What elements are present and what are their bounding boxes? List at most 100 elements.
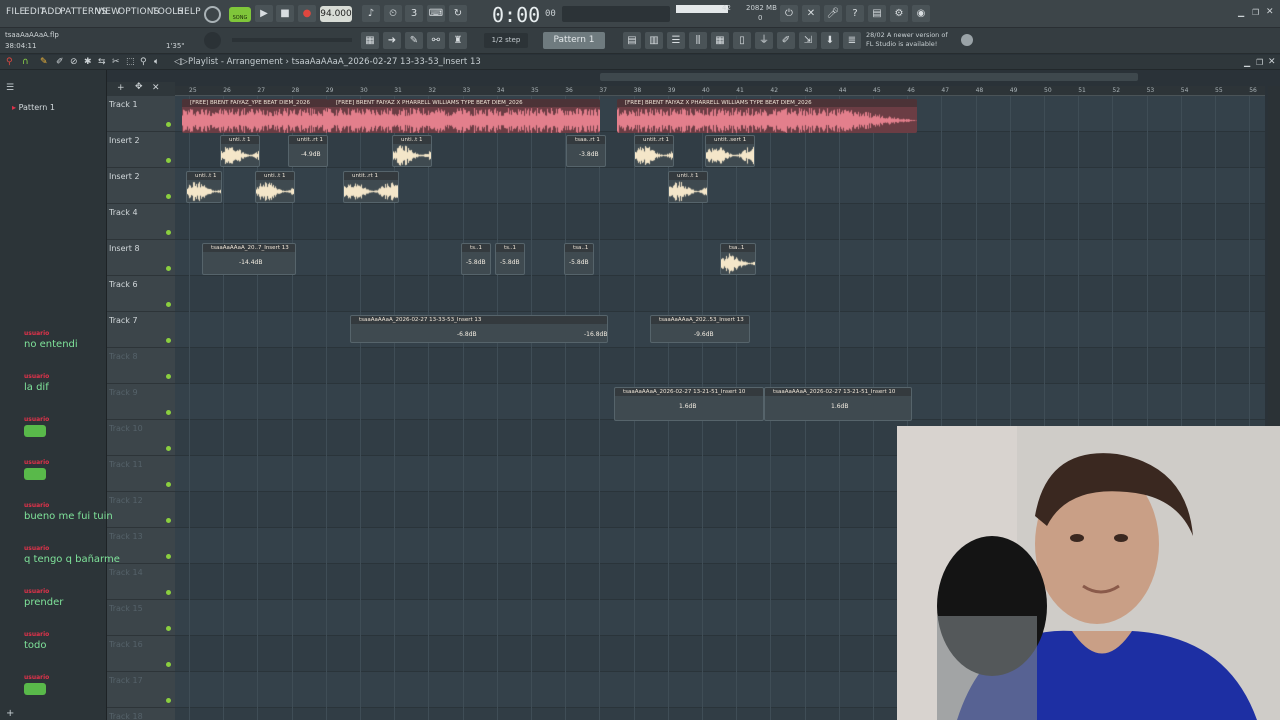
track-enable-led[interactable]	[166, 374, 171, 379]
slice-tool-icon[interactable]: ✂	[112, 57, 120, 67]
help-icon[interactable]: ?	[846, 5, 864, 22]
snap-icon[interactable]: ∩	[22, 57, 29, 67]
audio-clip[interactable]: [FREE] BRENT FAIYAZ X PHARRELL WILLIAMS …	[617, 99, 917, 133]
audio-clip[interactable]: untit..rt 1 -4.9dB	[288, 135, 328, 167]
menu-file[interactable]: FILE	[6, 7, 25, 17]
arrow-right-icon[interactable]: ➜	[383, 32, 401, 49]
restore-icon[interactable]: ❐	[1252, 8, 1259, 17]
audio-clip[interactable]: ts..1 -5.8dB	[461, 243, 491, 275]
audio-clip[interactable]: tsaaAaAAaA_2026-02-27 13-21-51_Insert 10…	[614, 387, 764, 421]
save-icon[interactable]: ▤	[868, 5, 886, 22]
mute-tool-icon[interactable]: ✱	[84, 57, 92, 67]
audio-clip[interactable]: untit..sert 1	[705, 135, 755, 167]
track-lane[interactable]	[175, 204, 1265, 240]
audio-clip[interactable]: tsaaAaAAaA_2026-02-27 13-33-53_Insert 13…	[350, 315, 608, 343]
close-small-icon[interactable]: ✕	[152, 83, 160, 93]
eq-icon[interactable]: ⫼	[689, 32, 707, 49]
audio-clip[interactable]: tsaaAaAAaA_20..7_Insert 13 -14.4dB	[202, 243, 296, 275]
track-enable-led[interactable]	[166, 302, 171, 307]
add-icon[interactable]: +	[117, 83, 125, 93]
audio-clip[interactable]: unti..t 1	[220, 135, 260, 167]
vertical-scrollbar[interactable]	[1268, 86, 1280, 426]
master-pitch-slider[interactable]	[232, 38, 352, 42]
minimize-icon[interactable]: ▁	[1238, 8, 1244, 17]
step-edit-icon[interactable]: ⌨	[427, 5, 445, 22]
tempo-display[interactable]: 94.000	[320, 6, 352, 22]
undo-history-icon[interactable]: ⏻	[780, 5, 798, 22]
file-icon[interactable]: ▯	[733, 32, 751, 49]
track-header[interactable]: Track 4	[107, 204, 175, 240]
audio-clip[interactable]: tsaa..rt 1 -3.8dB	[566, 135, 606, 167]
track-enable-led[interactable]	[166, 266, 171, 271]
audio-clip[interactable]: unti..t 1	[668, 171, 708, 203]
plugin-icon[interactable]: ⚙	[890, 5, 908, 22]
add-track-icon[interactable]: +	[6, 708, 14, 719]
menu-help[interactable]: HELP	[177, 7, 201, 17]
master-volume-knob[interactable]	[204, 32, 221, 49]
playlist-minimize-icon[interactable]: ▁	[1244, 58, 1250, 67]
track-enable-led[interactable]	[166, 410, 171, 415]
audio-clip[interactable]: tsaaAaAAaA_202..53_Insert 13 -9.6dB	[650, 315, 750, 343]
brush-icon[interactable]: ✐	[777, 32, 795, 49]
paint-tool-icon[interactable]: ✐	[56, 57, 64, 67]
export-icon[interactable]: ⇲	[799, 32, 817, 49]
snap-step-select[interactable]: 1/2 step	[484, 33, 528, 48]
pattern-selector[interactable]: Pattern 1	[543, 32, 605, 49]
mixer-view-icon[interactable]: ☰	[667, 32, 685, 49]
track-header[interactable]: Insert 8	[107, 240, 175, 276]
song-mode-toggle[interactable]: SONG	[229, 7, 251, 22]
channel-rack-icon[interactable]: ▥	[645, 32, 663, 49]
stamp-icon[interactable]: ♜	[449, 32, 467, 49]
horizontal-scrollbar[interactable]	[600, 73, 1138, 81]
browser-icon[interactable]: ▦	[711, 32, 729, 49]
track-enable-led[interactable]	[166, 698, 171, 703]
audio-clip[interactable]: unti..t 1	[186, 171, 222, 203]
track-header[interactable]: Track 18	[107, 708, 175, 720]
slip-tool-icon[interactable]: ⇆	[98, 57, 106, 67]
globe-icon[interactable]	[961, 34, 973, 46]
audio-clip[interactable]: [FREE] BRENT FAIYAZ_YPE BEAT DIEM_2026	[182, 99, 328, 133]
track-header[interactable]: Track 1	[107, 96, 175, 132]
microphone-icon[interactable]: 🎤︎	[824, 5, 842, 22]
link-icon[interactable]: ⚯	[427, 32, 445, 49]
piano-roll-icon[interactable]: ▦	[361, 32, 379, 49]
track-header[interactable]: Track 6	[107, 276, 175, 312]
delete-tool-icon[interactable]: ⊘	[70, 57, 78, 67]
audio-clip[interactable]: untit..rt 1	[634, 135, 674, 167]
track-enable-led[interactable]	[166, 122, 171, 127]
playlist-icon[interactable]: ▤	[623, 32, 641, 49]
track-enable-led[interactable]	[166, 626, 171, 631]
track-enable-led[interactable]	[166, 230, 171, 235]
track-enable-led[interactable]	[166, 590, 171, 595]
track-lane[interactable]	[175, 168, 1265, 204]
chat-icon[interactable]: ◉	[912, 5, 930, 22]
play-button[interactable]: ▶	[255, 5, 273, 22]
audio-clip[interactable]: tsaaAaAAaA_2026-02-27 13-21-51_Insert 10…	[764, 387, 912, 421]
list-icon[interactable]: ≣	[843, 32, 861, 49]
move-icon[interactable]: ✥	[135, 82, 143, 92]
track-enable-led[interactable]	[166, 194, 171, 199]
plug-icon[interactable]: ⏚	[755, 32, 773, 49]
audio-clip[interactable]: tsa..1	[720, 243, 756, 275]
close-icon[interactable]: ✕	[1266, 7, 1274, 17]
track-lane[interactable]	[175, 276, 1265, 312]
arrangement-arrow-icon[interactable]: ◁▷	[174, 57, 188, 67]
update-notice[interactable]: 28/02 A newer version of FL Studio is av…	[866, 31, 948, 49]
playlist-close-icon[interactable]: ✕	[1268, 57, 1276, 67]
playback-tool-icon[interactable]: 🔈︎	[154, 57, 159, 67]
track-enable-led[interactable]	[166, 518, 171, 523]
menu-view[interactable]: VIEW	[96, 7, 120, 17]
track-enable-led[interactable]	[166, 338, 171, 343]
zoom-tool-icon[interactable]: ⚲	[140, 57, 147, 67]
audio-clip[interactable]: tsa..1 -5.8dB	[564, 243, 594, 275]
track-enable-led[interactable]	[166, 554, 171, 559]
countdown-icon[interactable]: 3	[405, 5, 423, 22]
track-enable-led[interactable]	[166, 446, 171, 451]
audio-clip[interactable]: ts..1 -5.8dB	[495, 243, 525, 275]
track-header[interactable]: Insert 2	[107, 168, 175, 204]
download-icon[interactable]: ⬇	[821, 32, 839, 49]
audio-clip[interactable]: untit..rt 1	[343, 171, 399, 203]
stop-button[interactable]: ■	[276, 5, 294, 22]
track-header[interactable]: Insert 2	[107, 132, 175, 168]
pattern-list-item[interactable]: ▸ Pattern 1	[12, 103, 55, 112]
